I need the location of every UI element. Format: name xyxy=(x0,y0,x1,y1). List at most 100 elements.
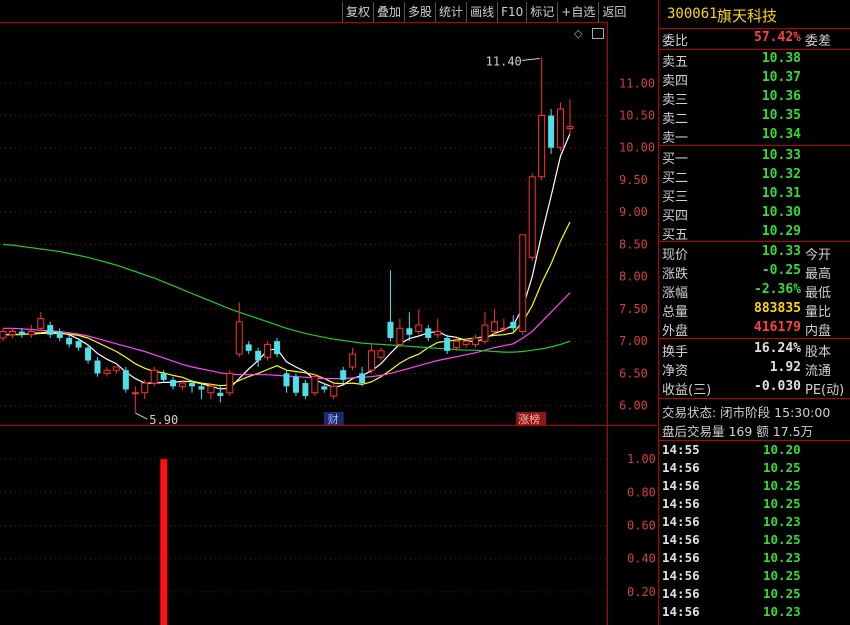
tick-time: 14:56 xyxy=(662,478,700,493)
tick-time: 14:56 xyxy=(662,460,700,475)
candle-body xyxy=(131,392,139,395)
candle-body xyxy=(359,373,366,384)
stat2-0-label: 换手 xyxy=(662,345,689,360)
chart-toolbar: 复权 叠加 多股 统计 画线 F10 标记 +自选 返回 xyxy=(342,2,630,22)
candle-body xyxy=(245,344,252,351)
volume-bars xyxy=(160,459,168,625)
tick-price: 10.25 xyxy=(763,496,801,511)
stat-1: 涨跌 -0.25 最高 xyxy=(659,262,850,282)
stat-0: 现价 10.33 今开 xyxy=(659,243,850,263)
toolbar-back-button[interactable]: 返回 xyxy=(598,2,630,22)
candle-body xyxy=(27,331,35,336)
stock-header: 300061 旗天科技 xyxy=(659,0,850,29)
candle-body xyxy=(302,383,309,396)
sell-1-value: 10.34 xyxy=(761,127,801,142)
candle-body xyxy=(170,379,177,387)
diamond-icon[interactable]: ◇ xyxy=(574,27,582,40)
stat-2-right-label: 最低 xyxy=(805,286,832,301)
volume-tick-label: 0.20 xyxy=(627,585,656,599)
tick-row: 14:56 10.25 xyxy=(659,477,850,495)
candle-body xyxy=(8,331,16,336)
volume-tick-label: 0.40 xyxy=(627,552,656,566)
candle-body xyxy=(500,327,508,330)
candle-body xyxy=(490,321,498,333)
candle-body xyxy=(368,350,376,371)
price-tick-label: 8.00 xyxy=(619,270,648,284)
tick-price: 10.25 xyxy=(763,460,801,475)
buy-5-value: 10.29 xyxy=(761,224,801,239)
stat2-1-value: 1.92 xyxy=(769,360,801,375)
toolbar-stats-button[interactable]: 统计 xyxy=(435,2,467,22)
stat2-0-right-label: 股本 xyxy=(805,345,832,360)
stat-3-label: 总量 xyxy=(662,305,689,320)
volume-tick-label: 0.60 xyxy=(627,519,656,533)
candle-body xyxy=(217,392,224,396)
candle-body xyxy=(425,328,432,338)
tick-row: 14:56 10.25 xyxy=(659,567,850,585)
sell-2: 卖二 10.35 xyxy=(659,107,850,127)
stock-code: 300061 xyxy=(667,6,718,22)
stat2-1-label: 净资 xyxy=(662,364,689,379)
weibi-row: 委比 57.42% 委差 xyxy=(659,29,850,49)
stat-0-label: 现价 xyxy=(662,248,689,263)
buy-4-value: 10.30 xyxy=(761,205,801,220)
price-tick-label: 9.00 xyxy=(619,205,648,219)
toolbar-overlay-button[interactable]: 叠加 xyxy=(373,2,405,22)
stat-0-right-label: 今开 xyxy=(805,248,832,263)
tick-price: 10.20 xyxy=(763,442,801,457)
toolbar-add-watchlist-button[interactable]: +自选 xyxy=(557,2,599,22)
kline-chart[interactable]: 11.00 10.50 10.00 9.50 9.00 8.50 8.00 7.50 7.00 6… xyxy=(0,0,657,625)
candle-body xyxy=(453,340,461,349)
tick-price: 10.23 xyxy=(763,514,801,529)
candle-body xyxy=(94,360,101,374)
candle-body xyxy=(434,331,442,336)
trade-status-text: 交易状态: 闭市阶段 15:30:00 xyxy=(662,405,831,420)
sell-3-label: 卖三 xyxy=(662,93,689,108)
candle-body xyxy=(510,321,517,329)
candle-body xyxy=(122,370,129,390)
tick-time: 14:56 xyxy=(662,532,700,547)
sell-3-value: 10.36 xyxy=(761,89,801,104)
window-toggle-icon[interactable] xyxy=(592,28,604,39)
price-tick-label: 10.00 xyxy=(619,141,655,155)
candle-body xyxy=(75,341,82,348)
price-tick-label: 11.00 xyxy=(619,76,655,90)
tick-time: 14:56 xyxy=(662,568,700,583)
candle-body xyxy=(235,321,243,355)
buy-5: 买五 10.29 xyxy=(659,223,850,243)
volume-bar xyxy=(160,459,168,625)
toolbar-fuquan-button[interactable]: 复权 xyxy=(342,2,374,22)
tick-row: 14:56 10.23 xyxy=(659,549,850,567)
stat-2-label: 涨幅 xyxy=(662,286,689,301)
price-tick-label: 7.50 xyxy=(619,302,648,316)
stat-3-right-label: 量比 xyxy=(805,305,832,320)
after-hours-text: 盘后交易量 169 额 17.5万 xyxy=(662,424,814,439)
sell-4-label: 卖四 xyxy=(662,74,689,89)
toolbar-mark-button[interactable]: 标记 xyxy=(526,2,558,22)
candle-body xyxy=(56,331,63,338)
stat-2-value: -2.36% xyxy=(754,282,801,297)
candle-body xyxy=(264,343,272,358)
tick-price: 10.25 xyxy=(763,478,801,493)
candle-body xyxy=(47,325,54,335)
stat-2: 涨幅 -2.36% 最低 xyxy=(659,281,850,301)
weibi-value: 57.42% xyxy=(754,30,801,45)
toolbar-multi-stock-button[interactable]: 多股 xyxy=(404,2,436,22)
stat-4: 外盘 416179 内盘 xyxy=(659,319,850,339)
sell-5: 卖五 10.38 xyxy=(659,50,850,70)
toolbar-draw-button[interactable]: 画线 xyxy=(466,2,498,22)
candle-body xyxy=(519,234,527,333)
sell-4: 卖四 10.37 xyxy=(659,69,850,89)
min-price-label: 5.90 xyxy=(149,413,178,427)
buy-2-label: 买二 xyxy=(662,171,689,186)
toolbar-f10-button[interactable]: F10 xyxy=(497,2,527,22)
stat-4-right-label: 内盘 xyxy=(805,324,832,339)
buy-2-value: 10.32 xyxy=(761,167,801,182)
stat-1-right-label: 最高 xyxy=(805,267,832,282)
tick-price: 10.25 xyxy=(763,532,801,547)
buy-3-value: 10.31 xyxy=(761,186,801,201)
candle-body xyxy=(150,369,158,384)
stat2-0-value: 16.24% xyxy=(754,341,801,356)
tick-time: 14:56 xyxy=(662,604,700,619)
tick-price: 10.23 xyxy=(763,604,801,619)
